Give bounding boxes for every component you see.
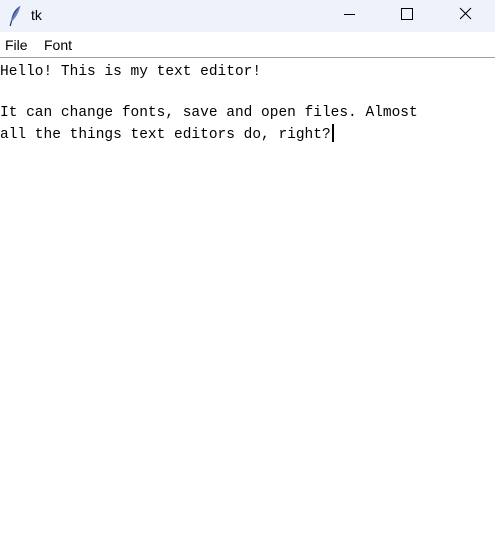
menu-file[interactable]: File [5,37,28,53]
window-title: tk [31,7,42,23]
menu-font[interactable]: Font [44,37,72,53]
editor-content[interactable]: Hello! This is my text editor! ​It can ch… [0,62,418,145]
editor-line-text: all the things text editors do, right? [0,126,331,143]
editor-line: all the things text editors do, right? [0,123,418,146]
text-editor-area[interactable]: Hello! This is my text editor! ​It can ch… [0,60,495,554]
text-cursor [331,123,334,142]
editor-line: Hello! This is my text editor! [0,64,262,80]
feather-icon [8,5,22,27]
title-bar[interactable]: tk [0,0,495,32]
maximize-button[interactable] [384,0,430,32]
app-window: tk File Font Hello! This is my text edit… [0,0,495,554]
editor-line: It can change fonts, save and open files… [0,105,418,121]
close-button[interactable] [443,0,489,32]
menu-separator [0,57,495,59]
editor-line: ​ [0,83,418,104]
minimize-button[interactable] [326,0,372,32]
menu-bar: File Font [0,32,495,57]
